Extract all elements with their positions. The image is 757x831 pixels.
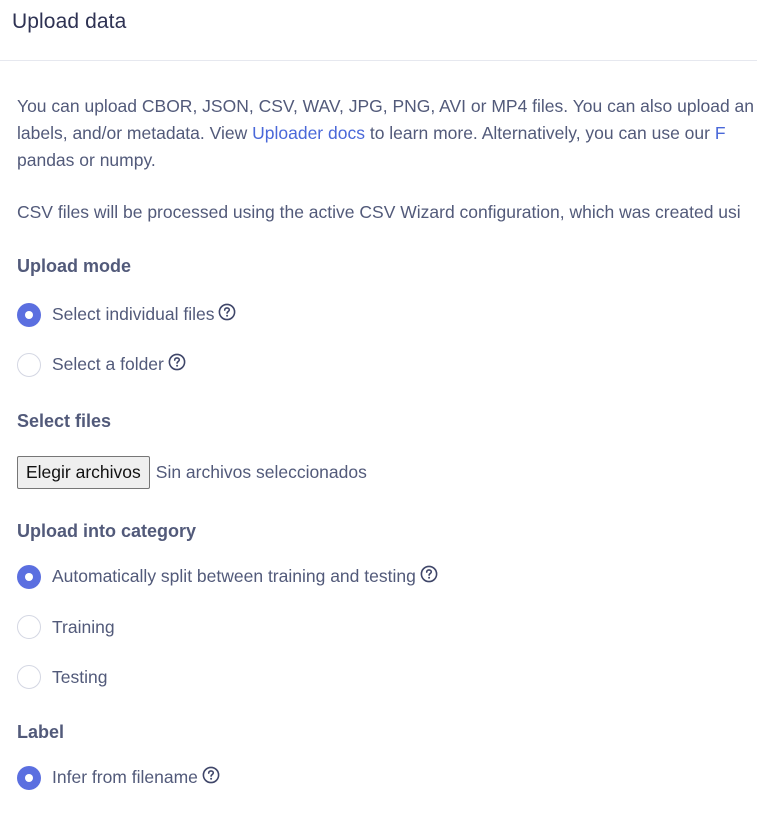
option-text: Select a folder	[52, 353, 164, 374]
help-icon[interactable]	[168, 353, 186, 376]
radio-label: Infer from filename	[52, 766, 220, 790]
radio-label: Select a folder	[52, 353, 186, 377]
csv-wizard-note: CSV files will be processed using the ac…	[17, 202, 741, 222]
intro-line-3: pandas or numpy.	[17, 150, 156, 170]
label-heading: Label	[17, 722, 65, 742]
upload-category-heading: Upload into category	[17, 521, 197, 541]
radio-label: Training	[52, 616, 115, 637]
help-icon[interactable]	[202, 766, 220, 789]
file-input: Elegir archivos Sin archivos seleccionad…	[17, 456, 757, 489]
radio-indicator-checked[interactable]	[17, 766, 41, 790]
option-text: Select individual files	[52, 303, 215, 324]
radio-indicator-checked[interactable]	[17, 303, 41, 327]
radio-infer-from-filename[interactable]: Infer from filename	[17, 765, 757, 791]
radio-indicator-checked[interactable]	[17, 565, 41, 589]
intro-line-2: labels, and/or metadata. View Uploader d…	[17, 120, 757, 147]
panel-header: Upload data	[0, 0, 757, 61]
upload-data-panel: Upload data You can upload CBOR, JSON, C…	[0, 0, 757, 831]
intro-line-2-text-a: labels, and/or metadata. View	[17, 123, 253, 143]
help-icon[interactable]	[218, 303, 236, 326]
radio-training[interactable]: Training	[17, 614, 757, 640]
radio-label: Testing	[52, 666, 108, 687]
page-title: Upload data	[12, 10, 127, 33]
radio-select-folder[interactable]: Select a folder	[17, 352, 757, 378]
radio-auto-split[interactable]: Automatically split between training and…	[17, 564, 757, 590]
select-files-heading: Select files	[17, 411, 112, 431]
upload-mode-heading: Upload mode	[17, 256, 132, 276]
intro-line-2-text-b: to learn more. Alternatively, you can us…	[364, 123, 715, 143]
option-text: Infer from filename	[52, 766, 198, 787]
no-files-selected-text: Sin archivos seleccionados	[155, 462, 367, 482]
radio-label: Automatically split between training and…	[52, 565, 438, 589]
choose-files-button[interactable]: Elegir archivos	[17, 456, 150, 489]
radio-label: Select individual files	[52, 303, 236, 327]
intro-line-1: You can upload CBOR, JSON, CSV, WAV, JPG…	[17, 96, 757, 116]
help-icon[interactable]	[420, 565, 438, 588]
radio-testing[interactable]: Testing	[17, 664, 757, 690]
radio-indicator-unchecked[interactable]	[17, 615, 41, 639]
option-text: Automatically split between training and…	[52, 565, 416, 586]
radio-indicator-unchecked[interactable]	[17, 353, 41, 377]
uploader-docs-link[interactable]: Uploader docs	[252, 123, 365, 143]
radio-indicator-unchecked[interactable]	[17, 665, 41, 689]
truncated-link[interactable]: F	[715, 123, 726, 143]
panel-body: You can upload CBOR, JSON, CSV, WAV, JPG…	[0, 61, 757, 791]
intro-text: You can upload CBOR, JSON, CSV, WAV, JPG…	[17, 93, 757, 174]
radio-select-individual-files[interactable]: Select individual files	[17, 302, 757, 328]
